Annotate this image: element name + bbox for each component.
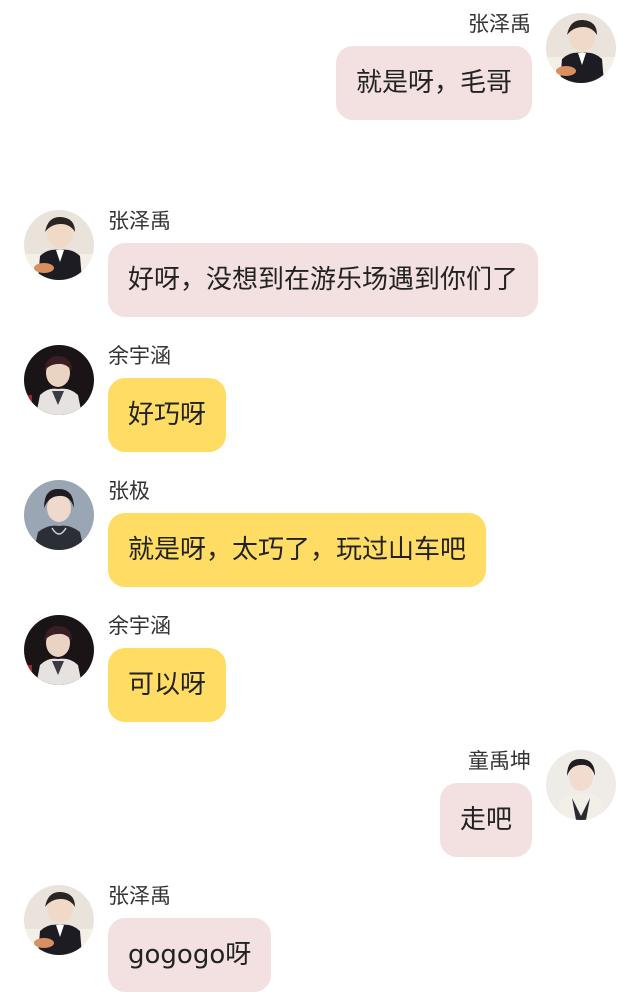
sender-name: 张泽禹 xyxy=(108,209,171,233)
message-bubble[interactable]: 就是呀，毛哥 xyxy=(335,46,532,120)
avatar[interactable] xyxy=(546,13,616,83)
avatar[interactable] xyxy=(24,885,94,955)
avatar[interactable] xyxy=(546,750,616,820)
sender-name: 张极 xyxy=(108,479,150,503)
message-bubble[interactable]: 就是呀，太巧了，玩过山车吧 xyxy=(108,513,487,587)
sender-name: 余宇涵 xyxy=(108,614,171,638)
avatar[interactable] xyxy=(24,480,94,550)
message-bubble[interactable]: 好呀，没想到在游乐场遇到你们了 xyxy=(108,243,539,317)
avatar[interactable] xyxy=(24,615,94,685)
sender-name: 张泽禹 xyxy=(468,12,531,36)
avatar[interactable] xyxy=(24,210,94,280)
message-bubble[interactable]: 可以呀 xyxy=(108,648,227,722)
sender-name: 余宇涵 xyxy=(108,344,171,368)
message-bubble[interactable]: gogogo呀 xyxy=(108,918,272,992)
sender-name: 童禹坤 xyxy=(468,749,531,773)
sender-name: 张泽禹 xyxy=(108,884,171,908)
chat-window: 张泽禹 就是呀，毛哥 张泽禹 好呀，没想到在游乐场遇到你们了 余宇涵 好巧呀 张… xyxy=(0,0,640,996)
message-bubble[interactable]: 走吧 xyxy=(439,783,532,857)
avatar[interactable] xyxy=(24,345,94,415)
message-bubble[interactable]: 好巧呀 xyxy=(108,378,227,452)
